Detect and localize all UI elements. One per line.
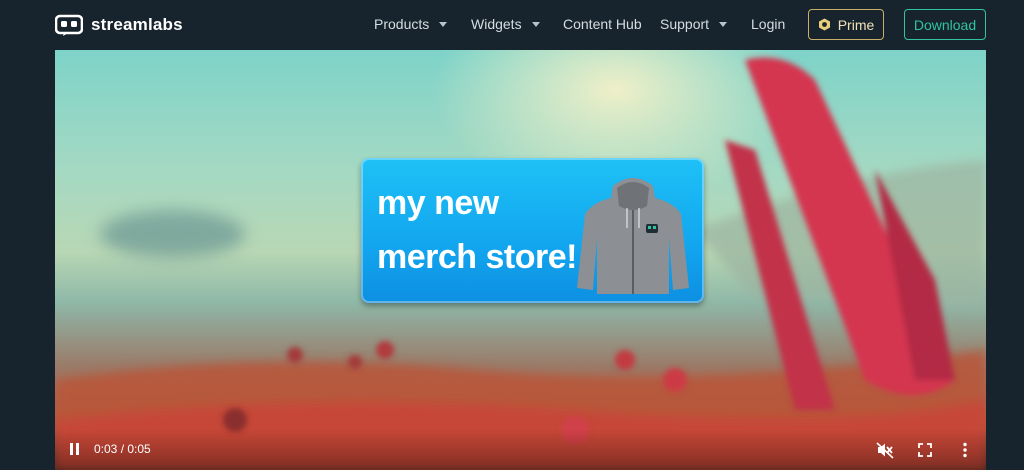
- streamlabs-logo-icon: [55, 14, 83, 36]
- banner-text-line-2: merch store!: [377, 238, 577, 276]
- nav-item-label: Products: [374, 16, 430, 32]
- top-navigation-bar: streamlabs Products Widgets Content Hub …: [0, 0, 1024, 50]
- nav-item-content-hub[interactable]: Content Hub: [563, 16, 642, 32]
- download-button[interactable]: Download: [904, 9, 986, 40]
- download-label: Download: [913, 16, 977, 33]
- prime-button[interactable]: Prime: [808, 9, 884, 40]
- nav-item-login[interactable]: Login: [751, 16, 785, 32]
- chevron-down-icon: [719, 22, 728, 27]
- nav-item-widgets[interactable]: Widgets: [471, 16, 540, 32]
- pause-icon: [76, 443, 79, 455]
- muted-speaker-icon[interactable]: [875, 440, 895, 460]
- brand-name: streamlabs: [91, 15, 183, 34]
- merch-store-banner: my new merch store!: [361, 158, 704, 303]
- nav-item-label: Widgets: [471, 16, 522, 32]
- prime-label: Prime: [837, 16, 875, 33]
- nav-item-support[interactable]: Support: [660, 16, 728, 32]
- nav-item-label: Support: [660, 16, 710, 32]
- brand-link[interactable]: streamlabs: [55, 11, 183, 39]
- chevron-down-icon: [531, 22, 540, 27]
- nav-item-products[interactable]: Products: [374, 16, 448, 32]
- pause-icon: [70, 443, 73, 455]
- video-player[interactable]: my new merch store! 0:03 / 0:05: [55, 50, 986, 470]
- fullscreen-icon[interactable]: [915, 440, 935, 460]
- pause-button[interactable]: [69, 443, 81, 457]
- more-options-icon[interactable]: [955, 440, 975, 460]
- nav-item-label: Login: [751, 16, 786, 32]
- banner-text-line-1: my new: [377, 184, 499, 222]
- time-display: 0:03 / 0:05: [94, 442, 151, 456]
- chevron-down-icon: [439, 22, 448, 27]
- nav-item-label: Content Hub: [563, 16, 642, 32]
- hoodie-image: [577, 178, 689, 294]
- prime-badge-icon: [818, 18, 830, 31]
- video-controls-bar: 0:03 / 0:05: [55, 430, 986, 470]
